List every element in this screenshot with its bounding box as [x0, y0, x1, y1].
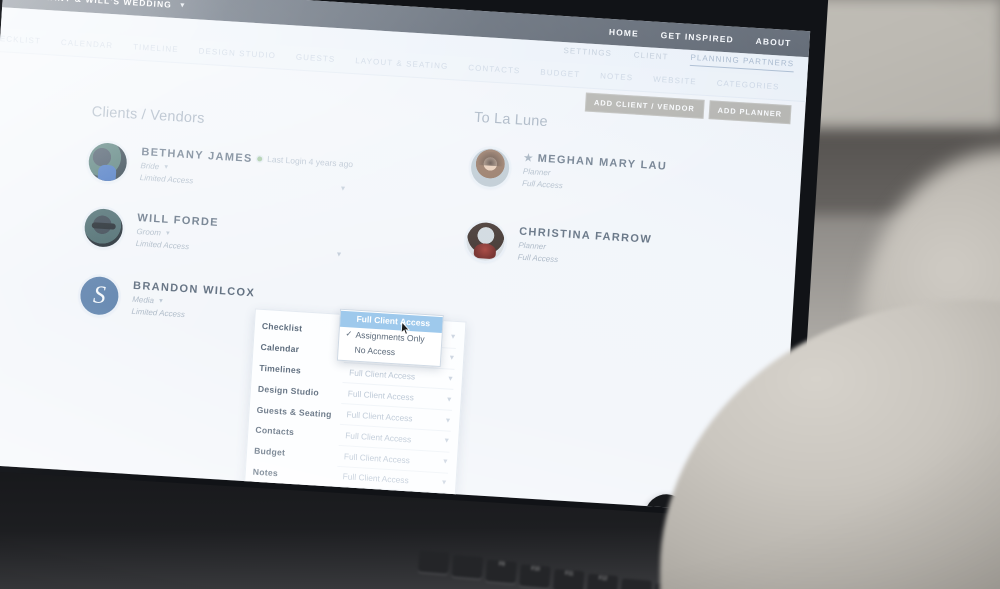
check-icon: ✓	[345, 328, 353, 339]
keyboard-key[interactable]	[451, 554, 484, 580]
keyboard-key[interactable]: F12	[586, 573, 619, 589]
menu-item-label: Assignments Only	[355, 329, 425, 344]
mouse-cursor	[400, 321, 411, 335]
menu-item-label: Full Client Access	[356, 313, 431, 329]
keyboard-key-label: F9	[498, 561, 505, 568]
keyboard-key[interactable]: F9	[485, 559, 518, 584]
keyboard-key-label: F12	[598, 575, 608, 583]
keyboard-key-label: F10	[530, 566, 541, 573]
menu-item-label: No Access	[354, 344, 396, 358]
keyboard-key[interactable]	[417, 549, 450, 575]
photo-scene: F9 F10 F11 F12 › BETHANY & WILL'S WEDDIN…	[0, 0, 1000, 589]
keyboard-key[interactable]	[620, 578, 652, 589]
keyboard-key[interactable]: F11	[552, 568, 585, 589]
keyboard-key[interactable]: F10	[519, 564, 551, 589]
access-level-dropdown-menu: Full Client Access ✓ Assignments Only No…	[336, 308, 444, 367]
keyboard-key-label: F11	[564, 570, 574, 578]
